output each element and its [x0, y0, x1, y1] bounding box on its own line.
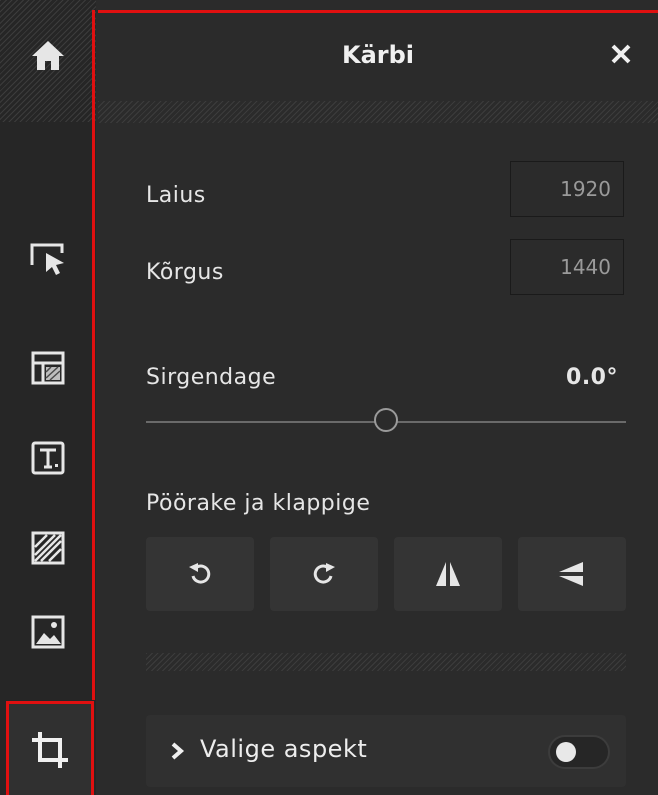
height-field[interactable]: 1440: [510, 239, 624, 295]
width-field[interactable]: 1920: [510, 161, 624, 217]
straighten-label: Sirgendage: [146, 365, 277, 390]
select-pointer-icon: [30, 243, 64, 275]
text-tool-button[interactable]: [0, 428, 96, 488]
panel-title: Kärbi: [341, 41, 415, 69]
crop-tool-button[interactable]: [6, 701, 94, 795]
image-tool-button[interactable]: [0, 602, 96, 662]
pattern-icon: [31, 531, 65, 565]
select-tool-button[interactable]: [0, 228, 96, 288]
aspect-ratio-label: Valige aspekt: [200, 735, 368, 763]
home-icon: [32, 41, 64, 70]
aspect-ratio-toggle[interactable]: [548, 735, 610, 769]
section-divider: [146, 653, 626, 671]
rotate-flip-label: Pöörake ja klappige: [146, 491, 371, 516]
layout-icon: [31, 351, 65, 385]
header-divider: [98, 101, 658, 123]
rotate-left-icon: [189, 563, 211, 584]
straighten-slider-thumb[interactable]: [374, 408, 398, 432]
pattern-tool-button[interactable]: [0, 518, 96, 578]
rotate-left-button[interactable]: [146, 537, 254, 611]
flip-vertical-icon: [559, 562, 583, 586]
home-button[interactable]: [0, 0, 96, 122]
straighten-value: 0.0°: [566, 365, 618, 390]
chevron-right-icon: [171, 742, 185, 760]
image-icon: [31, 615, 65, 649]
height-label: Kõrgus: [146, 260, 224, 285]
crop-panel: Kärbi Laius 1920 Kõrgus 1440 Sirgendage …: [98, 10, 658, 795]
rotate-right-button[interactable]: [270, 537, 378, 611]
toolbar-sidebar: [0, 0, 96, 795]
flip-horizontal-button[interactable]: [394, 537, 502, 611]
rotate-right-icon: [313, 563, 335, 584]
layout-tool-button[interactable]: [0, 338, 96, 398]
close-button[interactable]: [606, 39, 636, 69]
flip-horizontal-icon: [436, 562, 460, 586]
width-label: Laius: [146, 183, 206, 208]
aspect-ratio-section[interactable]: Valige aspekt: [146, 715, 626, 787]
toggle-knob: [556, 742, 576, 762]
text-icon: [31, 441, 65, 475]
crop-icon: [32, 731, 68, 768]
close-icon: [611, 44, 631, 64]
flip-vertical-button[interactable]: [518, 537, 626, 611]
panel-header: Kärbi: [98, 13, 658, 101]
